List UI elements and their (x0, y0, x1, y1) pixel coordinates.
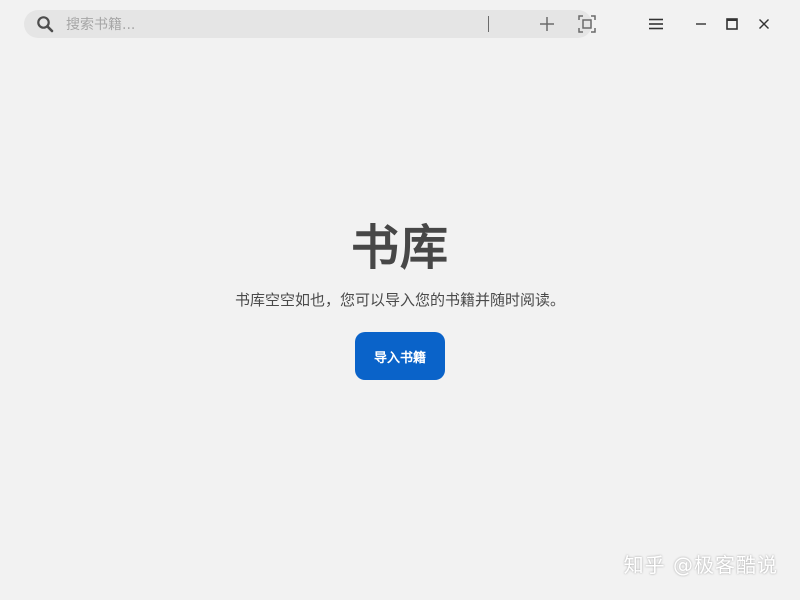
close-button[interactable] (752, 12, 776, 36)
plus-icon (540, 17, 554, 31)
hamburger-menu-icon (649, 18, 663, 30)
maximize-icon (726, 18, 738, 30)
minimize-button[interactable] (689, 12, 713, 36)
watermark: 知乎 @极客酷说 (623, 553, 778, 577)
search-input[interactable] (64, 14, 488, 36)
search-divider (488, 16, 489, 32)
add-button[interactable] (536, 14, 558, 34)
import-books-button[interactable]: 导入书籍 (355, 332, 445, 380)
search-icon (36, 15, 54, 33)
empty-library-message: 书库空空如也，您可以导入您的书籍并随时阅读。 (234, 291, 565, 309)
fullscreen-icon (578, 15, 596, 33)
close-icon (759, 19, 769, 29)
app-window: 书库 书库空空如也，您可以导入您的书籍并随时阅读。 导入书籍 知乎 @极客酷说 (0, 0, 800, 600)
menu-button[interactable] (644, 12, 668, 36)
fullscreen-button[interactable] (576, 14, 598, 34)
library-title: 书库 (350, 220, 449, 276)
search-bar (24, 10, 596, 38)
minimize-icon (696, 23, 706, 25)
maximize-button[interactable] (720, 12, 744, 36)
